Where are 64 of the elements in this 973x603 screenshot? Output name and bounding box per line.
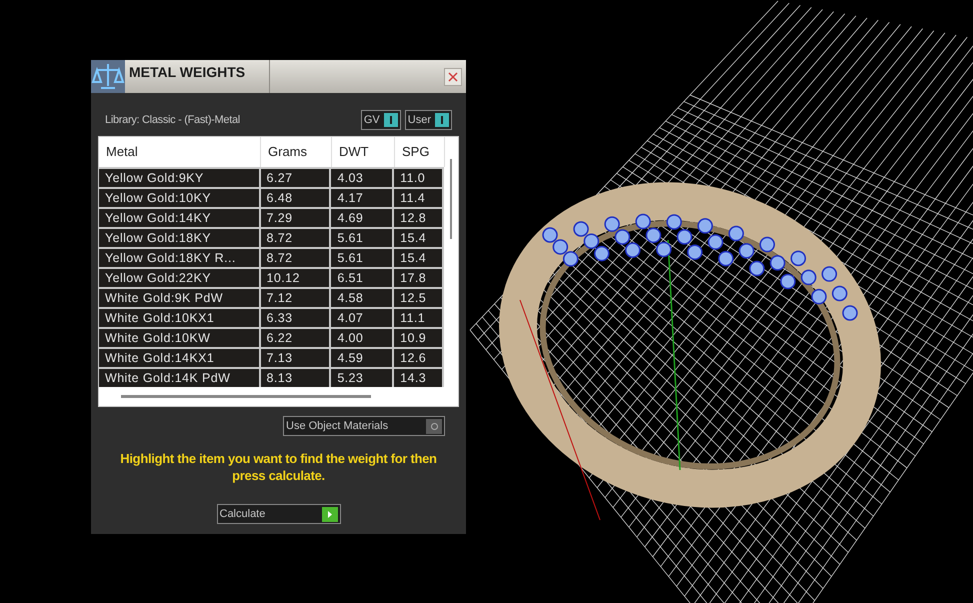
table-cell: Yellow Gold:14KY — [99, 209, 261, 227]
calculate-button[interactable]: Calculate — [216, 504, 340, 524]
table-cell: 11.1 — [394, 309, 444, 327]
table-cell: 17.8 — [394, 269, 444, 287]
window-title: METAL WEIGHTS — [129, 63, 246, 82]
table-cell: 8.72 — [260, 229, 332, 247]
table-cell: 15.4 — [394, 229, 444, 247]
vertical-scrollbar[interactable] — [450, 159, 452, 239]
table-cell: 7.12 — [260, 289, 332, 307]
close-icon — [448, 72, 458, 82]
toggle-indicator-icon — [426, 418, 442, 434]
table-cell: 5.23 — [331, 369, 394, 387]
table-cell: White Gold:9K PdW — [99, 289, 261, 307]
table-cell: White Gold:14KX1 — [99, 349, 261, 367]
table-cell: 5.61 — [331, 249, 394, 267]
table-cell: Yellow Gold:22KY — [99, 269, 261, 287]
toggle-indicator-icon — [384, 113, 398, 127]
table-cell: 5.61 — [331, 229, 394, 247]
table-cell: White Gold:10KX1 — [99, 309, 261, 327]
table-cell: 10.12 — [260, 269, 332, 287]
table-cell: 4.07 — [331, 309, 394, 327]
library-label: Library: Classic - (Fast)-Metal — [105, 112, 241, 128]
horizontal-scrollbar[interactable] — [121, 395, 371, 398]
table-cell: Yellow Gold:10KY — [99, 189, 261, 207]
table-cell: 6.27 — [260, 169, 332, 187]
table-cell: 10.9 — [394, 329, 444, 347]
table-cell: 8.13 — [260, 369, 332, 387]
table-cell: 6.48 — [260, 189, 332, 207]
table-cell: 4.59 — [331, 349, 394, 367]
toggle-button[interactable]: GV — [360, 110, 401, 130]
hint-text: Highlight the item you want to find the weight for then press calculate. — [119, 450, 438, 484]
table-cell: 11.0 — [394, 169, 444, 187]
play-icon — [322, 506, 338, 522]
column-header[interactable]: Grams — [261, 137, 332, 167]
table-cell: White Gold:14K PdW — [99, 369, 261, 387]
table-cell: 7.29 — [260, 209, 332, 227]
table-cell: 12.5 — [394, 289, 444, 307]
table-cell: 14.3 — [394, 369, 444, 387]
table-cell: Yellow Gold:18KY R... — [99, 249, 261, 267]
table-cell: 8.72 — [260, 249, 332, 267]
toggle-indicator-icon — [435, 113, 449, 127]
close-button[interactable] — [444, 68, 462, 86]
use-object-materials-toggle[interactable]: Use Object Materials — [283, 416, 445, 436]
column-header[interactable]: SPG — [395, 137, 445, 167]
table-cell: 4.69 — [331, 209, 394, 227]
column-header[interactable]: Metal — [99, 137, 261, 167]
toggle-button[interactable]: User — [404, 110, 452, 130]
table-cell: 6.51 — [331, 269, 394, 287]
table-cell: 7.13 — [260, 349, 332, 367]
table-cell: Yellow Gold:9KY — [99, 169, 261, 187]
table-cell: 4.00 — [331, 329, 394, 347]
table-cell: 4.17 — [331, 189, 394, 207]
table-cell: White Gold:10KW — [99, 329, 261, 347]
table-cell: 6.33 — [260, 309, 332, 327]
table-cell: 12.8 — [394, 209, 444, 227]
scale-icon — [91, 60, 125, 93]
table-cell: 12.6 — [394, 349, 444, 367]
table-cell: 4.58 — [331, 289, 394, 307]
table-cell: Yellow Gold:18KY — [99, 229, 261, 247]
table-cell: 6.22 — [260, 329, 332, 347]
table-cell: 15.4 — [394, 249, 444, 267]
column-header[interactable]: DWT — [332, 137, 395, 167]
table-cell: 4.03 — [331, 169, 394, 187]
table-cell: 11.4 — [394, 189, 444, 207]
